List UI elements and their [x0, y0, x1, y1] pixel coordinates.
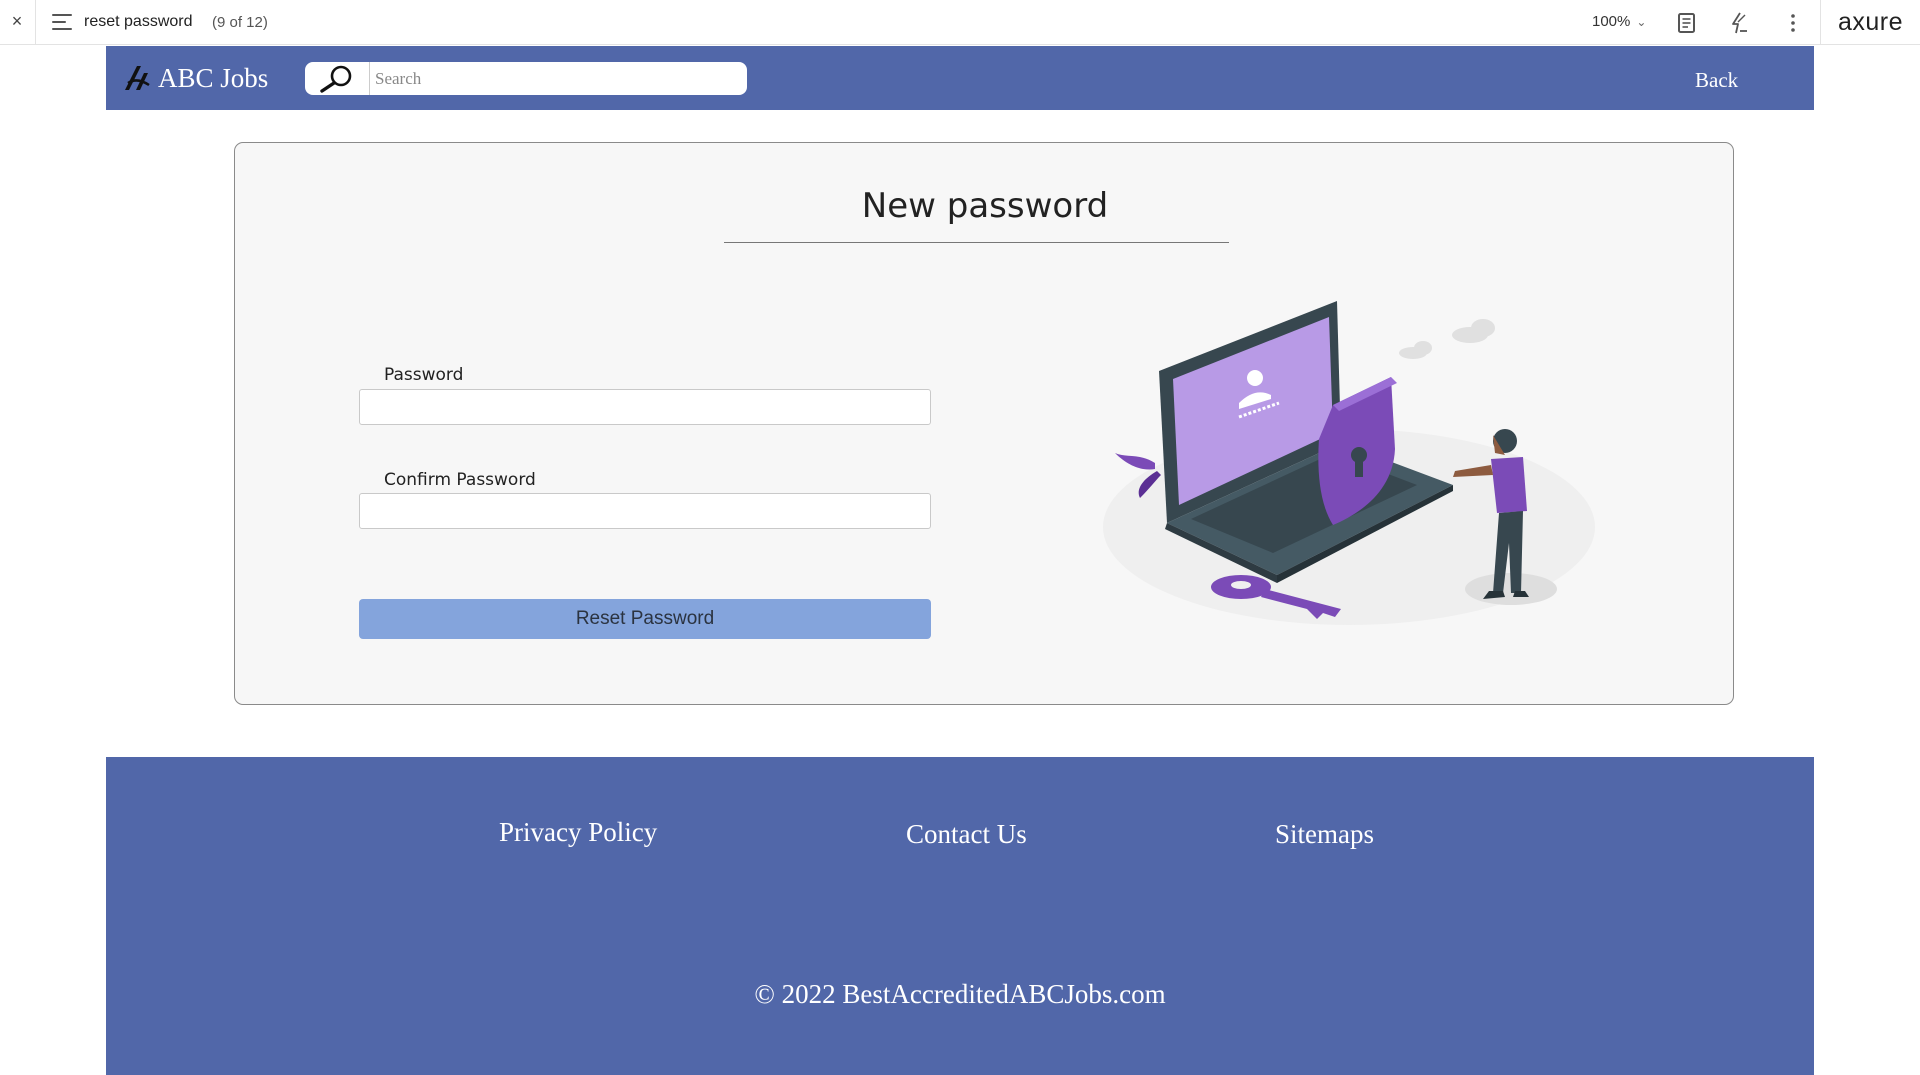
toolbar-divider — [1820, 0, 1821, 45]
prototype-toolbar: × reset password (9 of 12) 100% ⌄ axure — [0, 0, 1920, 45]
confirm-password-field[interactable] — [359, 493, 931, 529]
interactions-icon[interactable] — [1727, 11, 1751, 35]
brand-logo-icon — [125, 66, 150, 90]
brand[interactable]: ABC Jobs — [122, 60, 268, 96]
axure-logo: axure — [1838, 8, 1904, 36]
title-divider — [724, 242, 1229, 243]
form-title: New password — [861, 186, 1109, 226]
copyright-text: © 2022 BestAccreditedABCJobs.com — [754, 979, 1166, 1009]
search-input[interactable] — [371, 62, 741, 95]
site-footer: Privacy Policy Contact Us Sitemaps © 202… — [106, 757, 1814, 1075]
password-label: Password — [384, 365, 464, 385]
page-count: (9 of 12) — [212, 14, 268, 31]
search-icon — [320, 65, 352, 93]
zoom-value: 100% — [1592, 13, 1631, 30]
footer-link-privacy-policy[interactable]: Privacy Policy — [499, 817, 657, 848]
zoom-select[interactable]: 100% ⌄ — [1592, 13, 1646, 30]
close-icon[interactable]: × — [6, 10, 28, 32]
reset-password-button[interactable]: Reset Password — [359, 599, 931, 639]
back-link[interactable]: Back — [1695, 68, 1738, 93]
brand-name: ABC Jobs — [158, 62, 269, 93]
security-illustration — [1103, 301, 1595, 625]
notes-icon[interactable] — [1675, 11, 1699, 35]
toolbar-divider — [35, 0, 36, 45]
footer-link-sitemaps[interactable]: Sitemaps — [1275, 819, 1374, 850]
cloud-icon — [1399, 319, 1495, 359]
reset-password-card: New password Password Confirm Password R… — [234, 142, 1734, 705]
footer-link-contact-us[interactable]: Contact Us — [906, 819, 1027, 850]
search-button[interactable] — [305, 62, 370, 95]
more-icon[interactable] — [1781, 11, 1805, 35]
site-header: ABC Jobs Back — [106, 46, 1814, 110]
chevron-down-icon: ⌄ — [1636, 15, 1647, 29]
password-field[interactable] — [359, 389, 931, 425]
menu-icon[interactable] — [52, 13, 74, 31]
page-title: reset password — [84, 13, 193, 30]
confirm-password-label: Confirm Password — [384, 470, 536, 490]
search-bar — [305, 62, 747, 95]
